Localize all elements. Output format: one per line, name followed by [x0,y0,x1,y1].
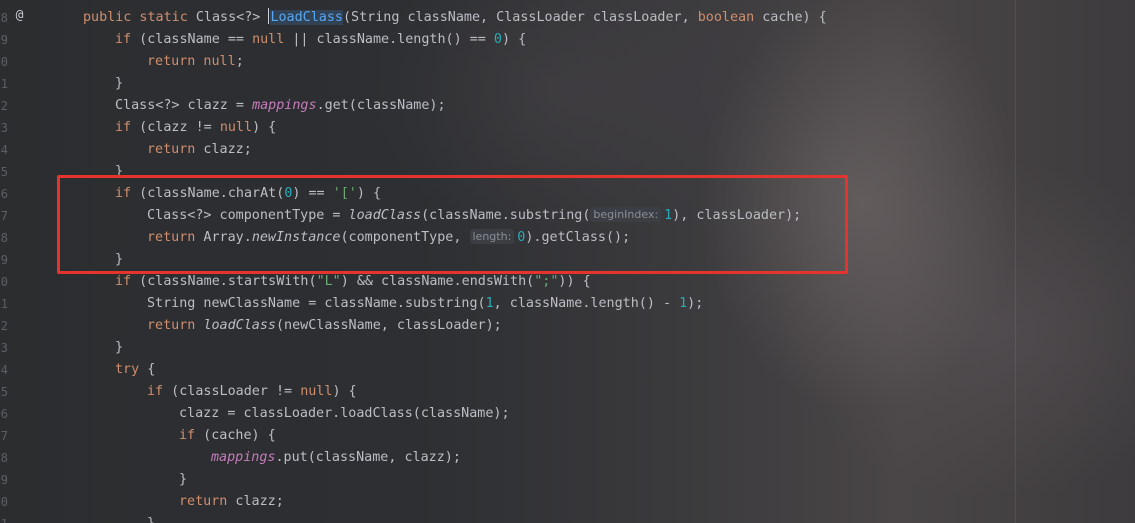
code-token: Class<?> clazz = [115,98,253,113]
line-number: 3 [0,121,8,135]
code-token: String newClassName = className.substrin… [147,296,486,311]
code-token: )) { [558,274,591,289]
line-number: 8 [0,231,8,245]
code-token: clazz; [195,142,252,157]
code-token: ) { [332,384,357,399]
code-token: try [115,362,140,377]
line-number: 1 [0,77,8,91]
code-line-signature[interactable]: public static Class<?> LoadClass(String … [83,7,827,29]
method-name[interactable]: LoadClass [270,10,343,25]
code-line[interactable]: return clazz; [179,491,284,513]
right-margin-guide [1015,0,1016,523]
code-token: if [147,384,164,399]
code-token: } [147,516,155,523]
code-token: } [179,472,188,487]
code-token: if [115,120,132,135]
code-token: null [300,384,333,399]
line-number: 7 [0,429,8,443]
code-token: if [115,32,132,47]
code-token: "L" [316,274,341,289]
code-token: ) { [501,32,527,47]
code-line[interactable]: clazz = classLoader.loadClass(className)… [179,403,510,425]
code-token: clazz = classLoader.loadClass(className)… [179,406,510,421]
code-line[interactable]: return null; [147,51,244,73]
code-token: ";" [534,274,559,289]
line-gutter: 8 @ 9 0 1 2 3 4 5 6 7 8 9 0 1 2 3 4 5 6 … [0,0,38,523]
line-number: 4 [0,363,8,377]
code-token: null [252,32,285,47]
code-line[interactable]: if (className.startsWith("L") && classNa… [115,271,591,293]
code-token: (cache) { [195,428,276,443]
code-token: 0 [493,32,502,47]
line-number: 4 [0,143,8,157]
code-line[interactable]: return loadClass(newClassName, classLoad… [147,315,502,337]
code-token: if [115,274,132,289]
code-token: null [219,120,253,135]
line-number: 9 [0,253,8,267]
code-line[interactable]: mappings.put(className, clazz); [211,447,461,469]
code-token: (className == [131,32,253,47]
line-number: 2 [0,99,8,113]
line-number: 8 [0,11,8,25]
code-token: { [139,362,156,377]
code-token: mappings [211,450,276,465]
line-number: 1 [0,513,8,523]
code-line[interactable]: try { [115,359,155,381]
code-token: (classLoader != [163,384,301,399]
code-token: if [179,428,196,443]
line-number: 2 [0,319,8,333]
line-number: 6 [0,187,8,201]
code-line[interactable]: if (cache) { [179,425,276,447]
line-number: 9 [0,33,8,47]
code-token: 1 [485,296,494,311]
code-line[interactable]: } [147,513,155,523]
line-number: 0 [0,495,8,509]
code-editor[interactable]: 8 @ 9 0 1 2 3 4 5 6 7 8 9 0 1 2 3 4 5 6 … [0,0,1135,523]
line-number: 6 [0,407,8,421]
code-token: loadClass [203,318,276,333]
code-token: ) && className.endsWith( [340,274,535,289]
code-token: .get(className); [316,98,446,113]
override-marker-icon[interactable]: @ [12,8,27,23]
code-line[interactable]: return clazz; [147,139,252,161]
code-line[interactable]: if (classLoader != null) { [147,381,357,403]
code-token: (className.startsWith( [131,274,317,289]
code-line[interactable]: String newClassName = className.substrin… [147,293,703,315]
line-number: 5 [0,165,8,179]
code-token: return [179,494,228,509]
line-number: 1 [0,297,8,311]
line-number: 7 [0,209,8,223]
code-token: 1 [679,296,688,311]
line-number: 0 [0,275,8,289]
line-number: 9 [0,473,8,487]
code-token: } [115,340,124,355]
annotation-highlight-box [57,175,848,274]
line-number: 3 [0,341,8,355]
line-number: 5 [0,385,8,399]
line-number: 0 [0,55,8,69]
code-line[interactable]: } [115,337,123,359]
code-token: ; [235,54,244,69]
code-token: ); [687,296,704,311]
code-token: (clazz != [131,120,220,135]
code-token: .put(className, clazz); [275,450,461,465]
code-line[interactable]: Class<?> clazz = mappings.get(className)… [115,95,446,117]
code-token: } [115,76,124,91]
code-token: ) { [252,120,277,135]
code-token: clazz; [227,494,284,509]
code-token: || className.length() == [284,32,494,47]
code-token: mappings [252,98,317,113]
code-line[interactable]: if (className == null || className.lengt… [115,29,526,51]
code-line[interactable]: } [179,469,187,491]
line-number: 8 [0,451,8,465]
code-token: (newClassName, classLoader); [276,318,502,333]
code-token: return null [147,54,236,69]
code-token: return [147,318,196,333]
code-token: , className.length() - [493,296,680,311]
code-line[interactable]: if (clazz != null) { [115,117,276,139]
code-line[interactable]: } [115,73,123,95]
code-token: return [147,142,196,157]
